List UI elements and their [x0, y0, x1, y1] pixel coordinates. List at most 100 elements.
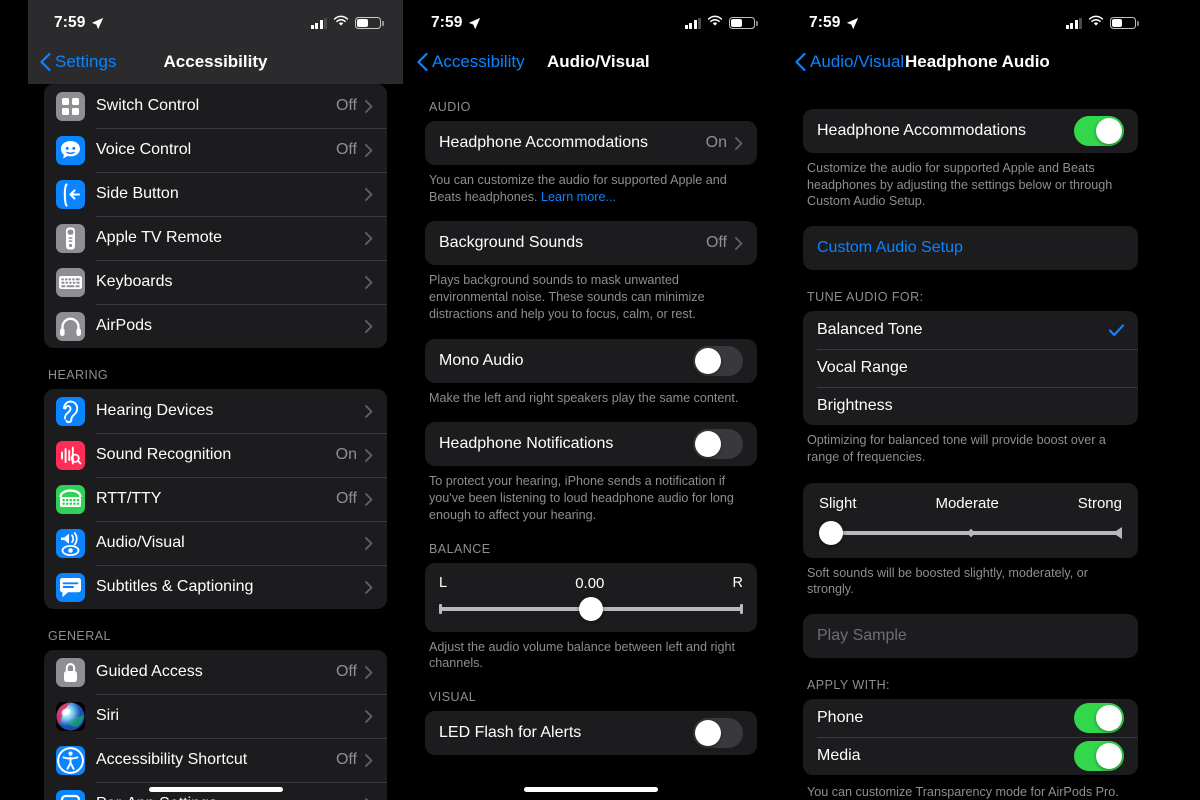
apply-row-media[interactable]: Media — [803, 737, 1138, 775]
chevron-right-icon — [365, 275, 373, 289]
settings-row-apple-tv-remote[interactable]: Apple TV Remote — [44, 216, 387, 260]
led-flash-toggle[interactable] — [693, 718, 743, 749]
status-bar-time-group: 7:59 — [809, 14, 859, 32]
settings-row-accessibility-shortcut[interactable]: Accessibility Shortcut Off — [44, 738, 387, 782]
row-label: Keyboards — [96, 273, 173, 290]
audio-visual-list: AUDIO Headphone Accommodations On You ca… — [405, 84, 777, 756]
ear-icon — [56, 396, 85, 426]
settings-row-side-button[interactable]: Side Button — [44, 172, 387, 216]
card-tune-audio-options: Balanced Tone Vocal Range Brightness — [803, 311, 1138, 426]
row-value: Off — [335, 490, 357, 507]
page-title: Headphone Audio — [905, 52, 1050, 71]
card-mono-audio: Mono Audio — [425, 338, 757, 383]
balance-slider[interactable] — [439, 596, 743, 621]
strength-slider-knob[interactable] — [819, 520, 843, 545]
settings-row-voice-control[interactable]: Voice Control Off — [44, 128, 387, 172]
row-value: Off — [335, 97, 357, 114]
navigation-bar: Accessibility Audio/Visual — [405, 40, 777, 84]
row-label: Voice Control — [96, 141, 192, 158]
row-label: Headphone Accommodations — [817, 122, 1027, 139]
back-button-settings[interactable]: Settings — [28, 52, 116, 72]
group-hearing: Hearing Devices Sound Recognition On RTT… — [44, 389, 387, 609]
row-label: Balanced Tone — [817, 321, 923, 339]
settings-row-sound-recognition[interactable]: Sound Recognition On — [44, 433, 387, 477]
headphone-accommodations-toggle[interactable] — [1074, 116, 1124, 146]
voice-control-icon — [56, 135, 85, 165]
chevron-right-icon — [365, 187, 373, 201]
navigation-bar: Audio/Visual Headphone Audio — [783, 40, 1158, 84]
balance-left-label: L — [439, 575, 448, 592]
group-header-audio: AUDIO — [429, 100, 471, 114]
phone-screen-accessibility: 7:59 Settings Accessibility Switch Contr… — [28, 0, 403, 800]
apply-row-phone[interactable]: Phone — [803, 699, 1138, 737]
custom-audio-setup-button[interactable]: Custom Audio Setup — [803, 226, 1138, 271]
settings-row-switch-control[interactable]: Switch Control Off — [44, 84, 387, 128]
cellular-bars-icon — [684, 17, 701, 29]
wifi-icon — [1088, 14, 1104, 32]
settings-row-airpods[interactable]: AirPods — [44, 304, 387, 348]
row-label: LED Flash for Alerts — [439, 724, 582, 742]
card-headphone-accommodations: Headphone Accommodations On — [425, 121, 757, 165]
learn-more-link[interactable]: Learn more... — [541, 190, 616, 204]
apply-phone-toggle[interactable] — [1074, 703, 1124, 734]
apply-media-toggle[interactable] — [1074, 741, 1124, 772]
row-background-sounds[interactable]: Background Sounds Off — [425, 221, 757, 265]
row-label: RTT/TTY — [96, 490, 162, 507]
chevron-right-icon — [365, 665, 373, 679]
status-bar-time-group: 7:59 — [431, 14, 481, 32]
phone-screen-headphone-audio: 7:59 Audio/Visual Headphone Audio Headph… — [783, 0, 1158, 800]
row-container-apply: Phone Media — [803, 699, 1138, 775]
row-container-1: Switch Control Off Voice Control Off Sid… — [44, 84, 387, 348]
settings-row-subtitles-captioning[interactable]: Subtitles & Captioning — [44, 565, 387, 609]
status-bar: 7:59 — [28, 0, 403, 40]
note-mono-audio: Make the left and right speakers play th… — [429, 390, 739, 405]
row-headphone-notifications[interactable]: Headphone Notifications — [425, 422, 757, 466]
play-sample-button[interactable]: Play Sample — [803, 614, 1138, 659]
row-label: Headphone Notifications — [439, 435, 614, 453]
back-button-accessibility[interactable]: Accessibility — [405, 52, 525, 72]
strength-mid-label: Moderate — [935, 494, 999, 512]
row-label: Mono Audio — [439, 351, 524, 369]
note-headphone-notifications: To protect your hearing, iPhone sends a … — [429, 474, 734, 522]
row-label: Background Sounds — [439, 234, 584, 252]
headphone-notifications-toggle[interactable] — [693, 429, 743, 460]
back-button-label: Settings — [55, 52, 117, 71]
row-label: Vocal Range — [817, 359, 908, 377]
row-headphone-accommodations[interactable]: Headphone Accommodations On — [425, 121, 757, 165]
strength-slider[interactable] — [819, 520, 1122, 545]
row-headphone-accommodations[interactable]: Headphone Accommodations — [803, 109, 1138, 153]
wifi-icon — [333, 14, 349, 32]
row-mono-audio[interactable]: Mono Audio — [425, 339, 757, 383]
row-led-flash-for-alerts[interactable]: LED Flash for Alerts — [425, 711, 757, 755]
headphone-audio-list: Headphone Accommodations Customize the a… — [783, 109, 1158, 800]
settings-list: Switch Control Off Voice Control Off Sid… — [28, 84, 403, 800]
switch-control-icon — [56, 91, 85, 121]
chevron-right-icon — [365, 404, 373, 418]
settings-row-siri[interactable]: Siri — [44, 694, 387, 738]
mono-audio-toggle[interactable] — [693, 345, 743, 376]
tune-option-vocal-range[interactable]: Vocal Range — [803, 349, 1138, 387]
balance-endcap-right — [740, 603, 743, 614]
settings-row-rtt-tty[interactable]: RTT/TTY Off — [44, 477, 387, 521]
chevron-right-icon — [735, 136, 743, 150]
settings-row-hearing-devices[interactable]: Hearing Devices — [44, 389, 387, 433]
cellular-bars-icon — [1065, 17, 1082, 29]
battery-icon — [729, 16, 758, 30]
row-label: Sound Recognition — [96, 446, 232, 463]
home-indicator — [405, 787, 777, 792]
row-label: Brightness — [817, 397, 893, 415]
chevron-left-icon — [795, 52, 806, 72]
row-value: Off — [705, 234, 727, 252]
note-background-sounds: Plays background sounds to mask unwanted… — [429, 273, 705, 321]
settings-row-guided-access[interactable]: Guided Access Off — [44, 650, 387, 694]
balance-value: 0.00 — [575, 574, 605, 592]
group-header-hearing: HEARING — [48, 368, 109, 382]
back-button-audio-visual[interactable]: Audio/Visual — [783, 52, 904, 72]
balance-slider-knob[interactable] — [579, 596, 603, 621]
custom-audio-setup-label: Custom Audio Setup — [817, 239, 963, 257]
chevron-right-icon — [365, 448, 373, 462]
settings-row-audio-visual[interactable]: Audio/Visual — [44, 521, 387, 565]
tune-option-balanced-tone[interactable]: Balanced Tone — [803, 311, 1138, 349]
tune-option-brightness[interactable]: Brightness — [803, 387, 1138, 425]
settings-row-keyboards[interactable]: Keyboards — [44, 260, 387, 304]
